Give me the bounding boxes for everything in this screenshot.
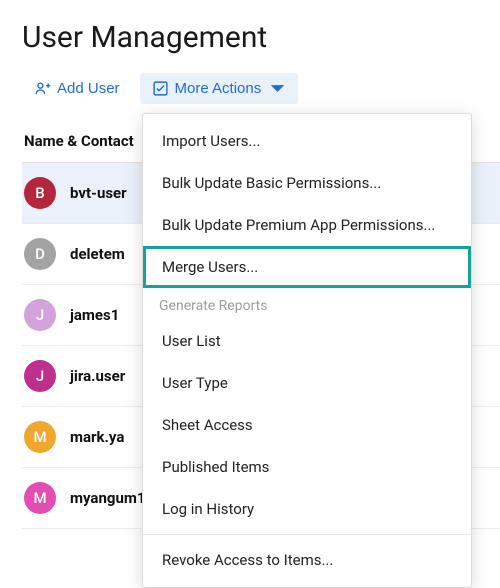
more-actions-button[interactable]: More Actions (140, 73, 299, 104)
caret-down-icon (269, 80, 286, 97)
menu-item[interactable]: Bulk Update Basic Permissions... (143, 162, 471, 204)
add-user-label: Add User (57, 80, 120, 97)
menu-item[interactable]: Revoke Access to Items... (143, 539, 471, 581)
checkbox-checked-icon (152, 80, 169, 97)
page-title: User Management (22, 20, 500, 55)
user-name: bvt-user (70, 184, 127, 202)
menu-item[interactable]: User Type (143, 362, 471, 404)
menu-divider (143, 534, 471, 535)
add-user-icon (34, 80, 51, 97)
user-name: deletem (70, 245, 125, 263)
avatar: M (24, 421, 56, 453)
menu-item[interactable]: Sheet Access (143, 404, 471, 446)
avatar: D (24, 238, 56, 270)
user-name: james1 (70, 306, 119, 324)
toolbar: Add User More Actions (22, 73, 500, 104)
menu-section-header: Generate Reports (143, 288, 471, 320)
menu-item[interactable]: Published Items (143, 446, 471, 488)
menu-item[interactable]: Import Users... (143, 120, 471, 162)
add-user-button[interactable]: Add User (22, 73, 132, 104)
menu-item[interactable]: Bulk Update Premium App Permissions... (143, 204, 471, 246)
avatar: J (24, 360, 56, 392)
user-name: jira.user (70, 367, 125, 385)
more-actions-label: More Actions (175, 80, 262, 97)
avatar: J (24, 299, 56, 331)
more-actions-menu: Import Users...Bulk Update Basic Permiss… (142, 113, 472, 588)
menu-item[interactable]: Log in History (143, 488, 471, 530)
user-name: mark.ya (70, 428, 124, 446)
avatar: M (24, 482, 56, 514)
menu-item[interactable]: Merge Users... (143, 246, 471, 288)
avatar: B (24, 177, 56, 209)
menu-item[interactable]: User List (143, 320, 471, 362)
